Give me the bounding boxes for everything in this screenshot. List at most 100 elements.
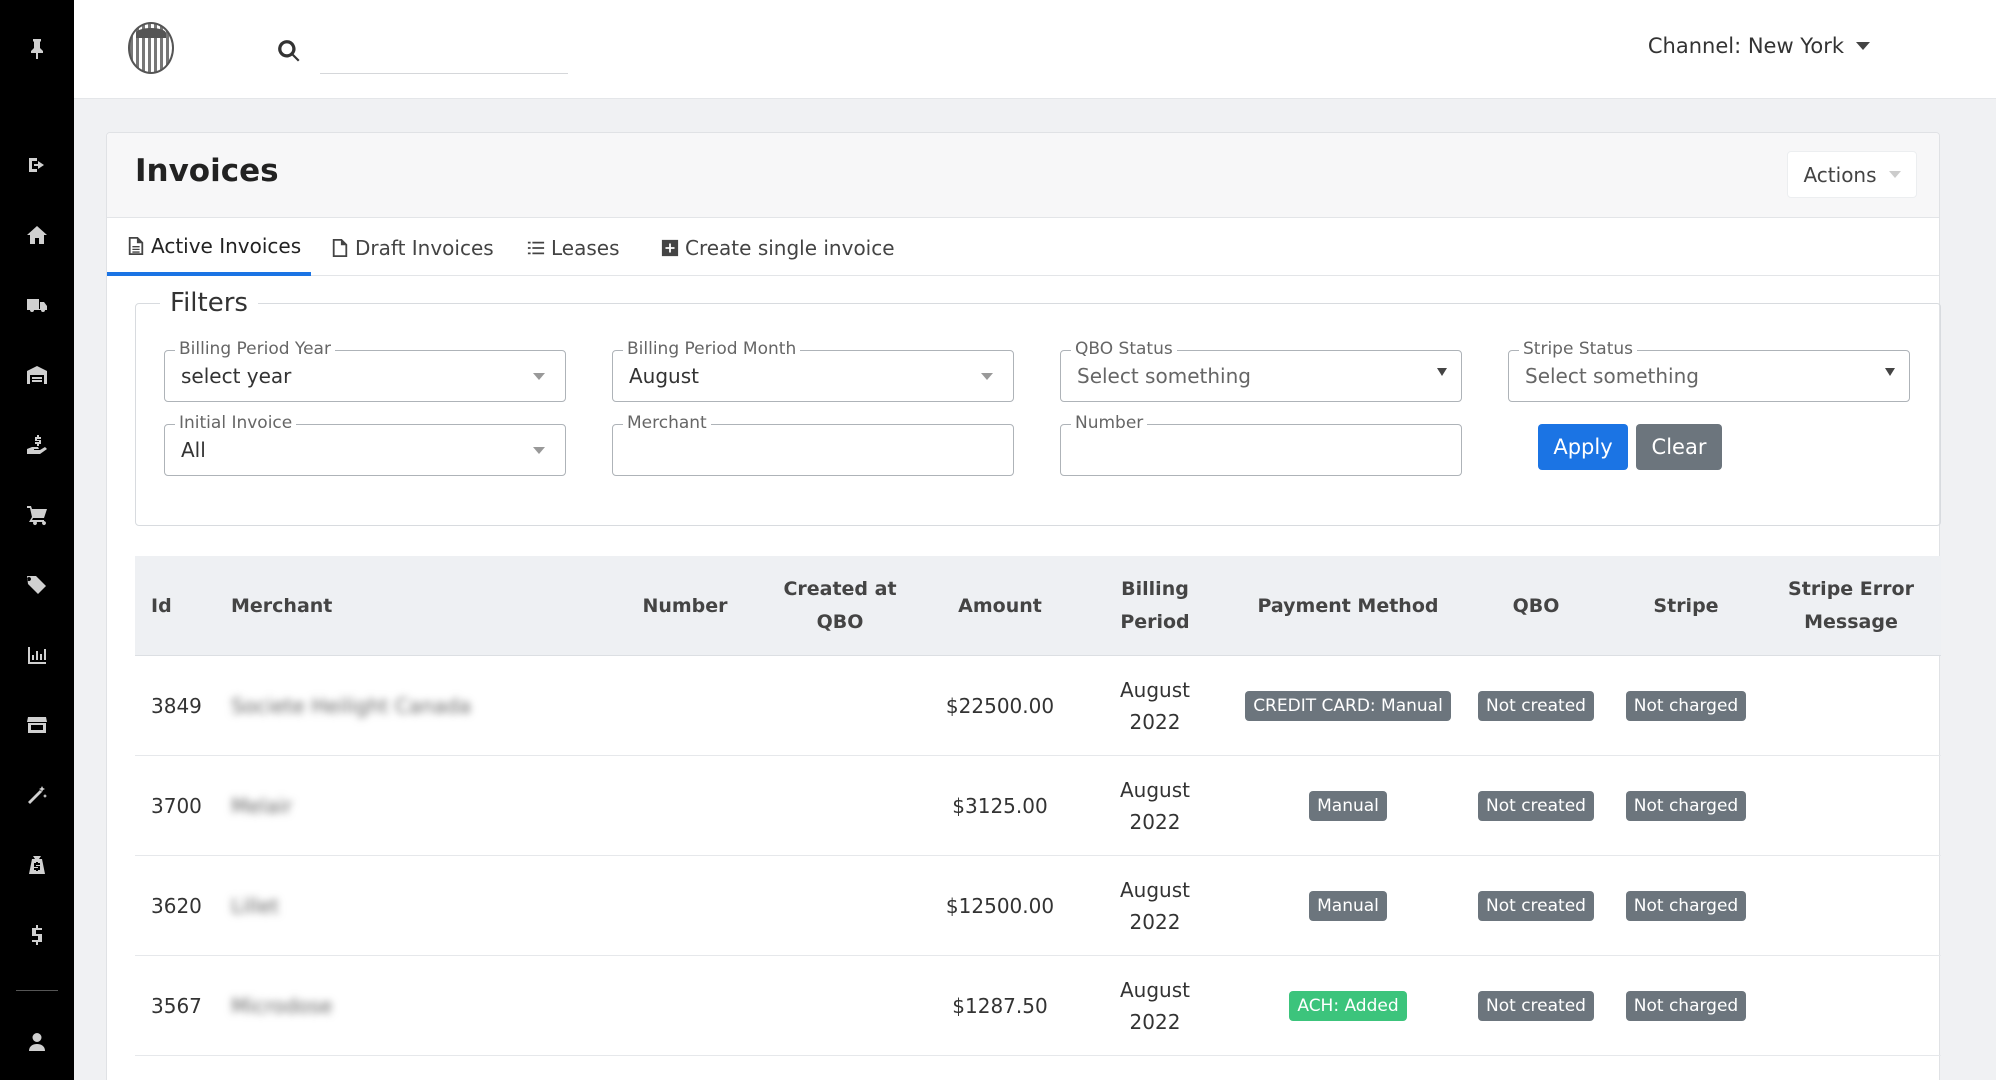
- column-header-created-at-qbo[interactable]: Created at QBO: [755, 556, 925, 656]
- warehouse-icon[interactable]: [0, 353, 74, 397]
- field-value: Select something: [1525, 364, 1699, 388]
- truck-icon[interactable]: [0, 283, 74, 327]
- cell-created-at-qbo: [755, 756, 925, 856]
- cell-stripe-error: [1761, 756, 1941, 856]
- billing-year: 2022: [1129, 710, 1181, 734]
- search-icon[interactable]: [276, 38, 302, 64]
- merchant-input[interactable]: Merchant: [612, 413, 1014, 476]
- payment-method-badge: Manual: [1309, 891, 1387, 921]
- cell-merchant[interactable]: Societe Heilight Canada: [231, 690, 471, 722]
- stripe-status-badge: Not charged: [1625, 891, 1747, 921]
- actions-dropdown-button[interactable]: Actions: [1787, 151, 1917, 198]
- filters-legend: Filters: [160, 288, 258, 318]
- field-value: All: [181, 438, 206, 462]
- column-header-stripe-error-message[interactable]: Stripe Error Message: [1761, 556, 1941, 656]
- plus-square-icon: [661, 239, 679, 256]
- actions-label: Actions: [1803, 162, 1877, 187]
- billing-month: August: [1120, 878, 1190, 902]
- sidebar: [0, 0, 74, 1080]
- cell-merchant[interactable]: Lillet: [231, 890, 279, 922]
- search-input[interactable]: [320, 30, 568, 74]
- stripe-status-select[interactable]: Stripe Status Select something: [1508, 339, 1910, 402]
- apply-button[interactable]: Apply: [1538, 424, 1628, 470]
- table-row[interactable]: 3700 Melair $3125.00 August 2022 Manual …: [135, 756, 1941, 856]
- field-value: August: [629, 364, 699, 388]
- tab-draft-invoices[interactable]: Draft Invoices: [331, 219, 494, 276]
- billing-period-month-select[interactable]: Billing Period Month August: [612, 339, 1014, 402]
- table-row[interactable]: 3849 Societe Heilight Canada $22500.00 A…: [135, 656, 1941, 756]
- billing-month: August: [1120, 978, 1190, 1002]
- cell-id: 3700: [151, 794, 202, 818]
- cell-amount: $3125.00: [952, 794, 1048, 818]
- column-header-billing-period[interactable]: Billing Period: [1075, 556, 1235, 656]
- column-header-stripe[interactable]: Stripe: [1611, 556, 1761, 656]
- column-header-payment-method[interactable]: Payment Method: [1235, 556, 1461, 656]
- home-icon[interactable]: [0, 213, 74, 257]
- qbo-status-badge: Not created: [1478, 991, 1594, 1021]
- clear-button[interactable]: Clear: [1636, 424, 1722, 470]
- billing-period-year-select[interactable]: Billing Period Year select year: [164, 339, 566, 402]
- cell-merchant[interactable]: Microdose: [231, 990, 332, 1022]
- bag-dollar-icon[interactable]: [0, 843, 74, 887]
- chevron-down-icon: [981, 373, 993, 380]
- tab-label: Draft Invoices: [355, 235, 494, 260]
- tab-create-single-invoice[interactable]: Create single invoice: [661, 219, 895, 276]
- cell-id: 3567: [151, 994, 202, 1018]
- cell-billing-period: August 2022: [1075, 756, 1235, 856]
- column-header-line: Billing: [1121, 578, 1189, 600]
- user-icon[interactable]: [0, 1020, 74, 1064]
- chevron-down-icon: [1437, 368, 1447, 376]
- file-icon: [332, 238, 348, 257]
- card-header: Invoices Actions: [107, 133, 1939, 218]
- column-header-line: Created at: [783, 578, 897, 600]
- column-header-line: Message: [1804, 611, 1898, 633]
- field-value: select year: [181, 364, 292, 388]
- tags-icon[interactable]: [0, 563, 74, 607]
- column-header-id[interactable]: Id: [151, 556, 211, 656]
- initial-invoice-select[interactable]: Initial Invoice All: [164, 413, 566, 476]
- tab-label: Active Invoices: [151, 233, 302, 258]
- dollar-icon[interactable]: [0, 913, 74, 957]
- chevron-down-icon: [1856, 42, 1870, 50]
- hand-dollar-icon[interactable]: [0, 423, 74, 467]
- cell-amount: $12500.00: [945, 894, 1055, 918]
- logout-icon[interactable]: [0, 143, 74, 187]
- bar-chart-icon[interactable]: [0, 633, 74, 677]
- cart-icon[interactable]: [0, 493, 74, 537]
- stripe-status-badge: Not charged: [1625, 991, 1747, 1021]
- tabs: Active Invoices Draft Invoices Leases Cr…: [107, 219, 1939, 276]
- cell-billing-period: August 2022: [1075, 856, 1235, 956]
- channel-dropdown[interactable]: Channel: New York: [1648, 34, 1870, 58]
- cell-billing-period: August 2022: [1075, 956, 1235, 1056]
- cell-merchant[interactable]: Melair: [231, 790, 292, 822]
- column-header-qbo[interactable]: QBO: [1461, 556, 1611, 656]
- field-label: Initial Invoice: [175, 413, 297, 433]
- cell-stripe-error: [1761, 956, 1941, 1056]
- table-row[interactable]: 3620 Lillet $12500.00 August 2022 Manual…: [135, 856, 1941, 956]
- tab-label: Leases: [551, 235, 620, 260]
- field-label: Stripe Status: [1519, 339, 1637, 359]
- magic-wand-icon[interactable]: [0, 773, 74, 817]
- payment-method-badge: CREDIT CARD: Manual: [1245, 691, 1451, 721]
- column-header-number[interactable]: Number: [615, 556, 755, 656]
- payment-method-badge: ACH: Added: [1289, 991, 1407, 1021]
- tab-active-invoices[interactable]: Active Invoices: [107, 219, 311, 276]
- column-header-merchant[interactable]: Merchant: [231, 556, 431, 656]
- column-header-amount[interactable]: Amount: [925, 556, 1075, 656]
- store-icon[interactable]: [0, 703, 74, 747]
- table-header: Id Merchant Number Created at QBO Amount…: [135, 556, 1941, 656]
- field-label: Merchant: [623, 413, 711, 433]
- cell-created-at-qbo: [755, 956, 925, 1056]
- cell-billing-period: August 2022: [1075, 656, 1235, 756]
- file-text-icon: [128, 236, 144, 255]
- cell-number: [615, 756, 755, 856]
- cell-created-at-qbo: [755, 856, 925, 956]
- company-logo[interactable]: [128, 22, 174, 74]
- qbo-status-select[interactable]: QBO Status Select something: [1060, 339, 1462, 402]
- cell-amount: $22500.00: [945, 694, 1055, 718]
- sidebar-divider: [16, 990, 58, 991]
- number-input[interactable]: Number: [1060, 413, 1462, 476]
- pin-icon[interactable]: [0, 26, 74, 70]
- table-row[interactable]: 3567 Microdose $1287.50 August 2022 ACH:…: [135, 956, 1941, 1056]
- tab-leases[interactable]: Leases: [527, 219, 620, 276]
